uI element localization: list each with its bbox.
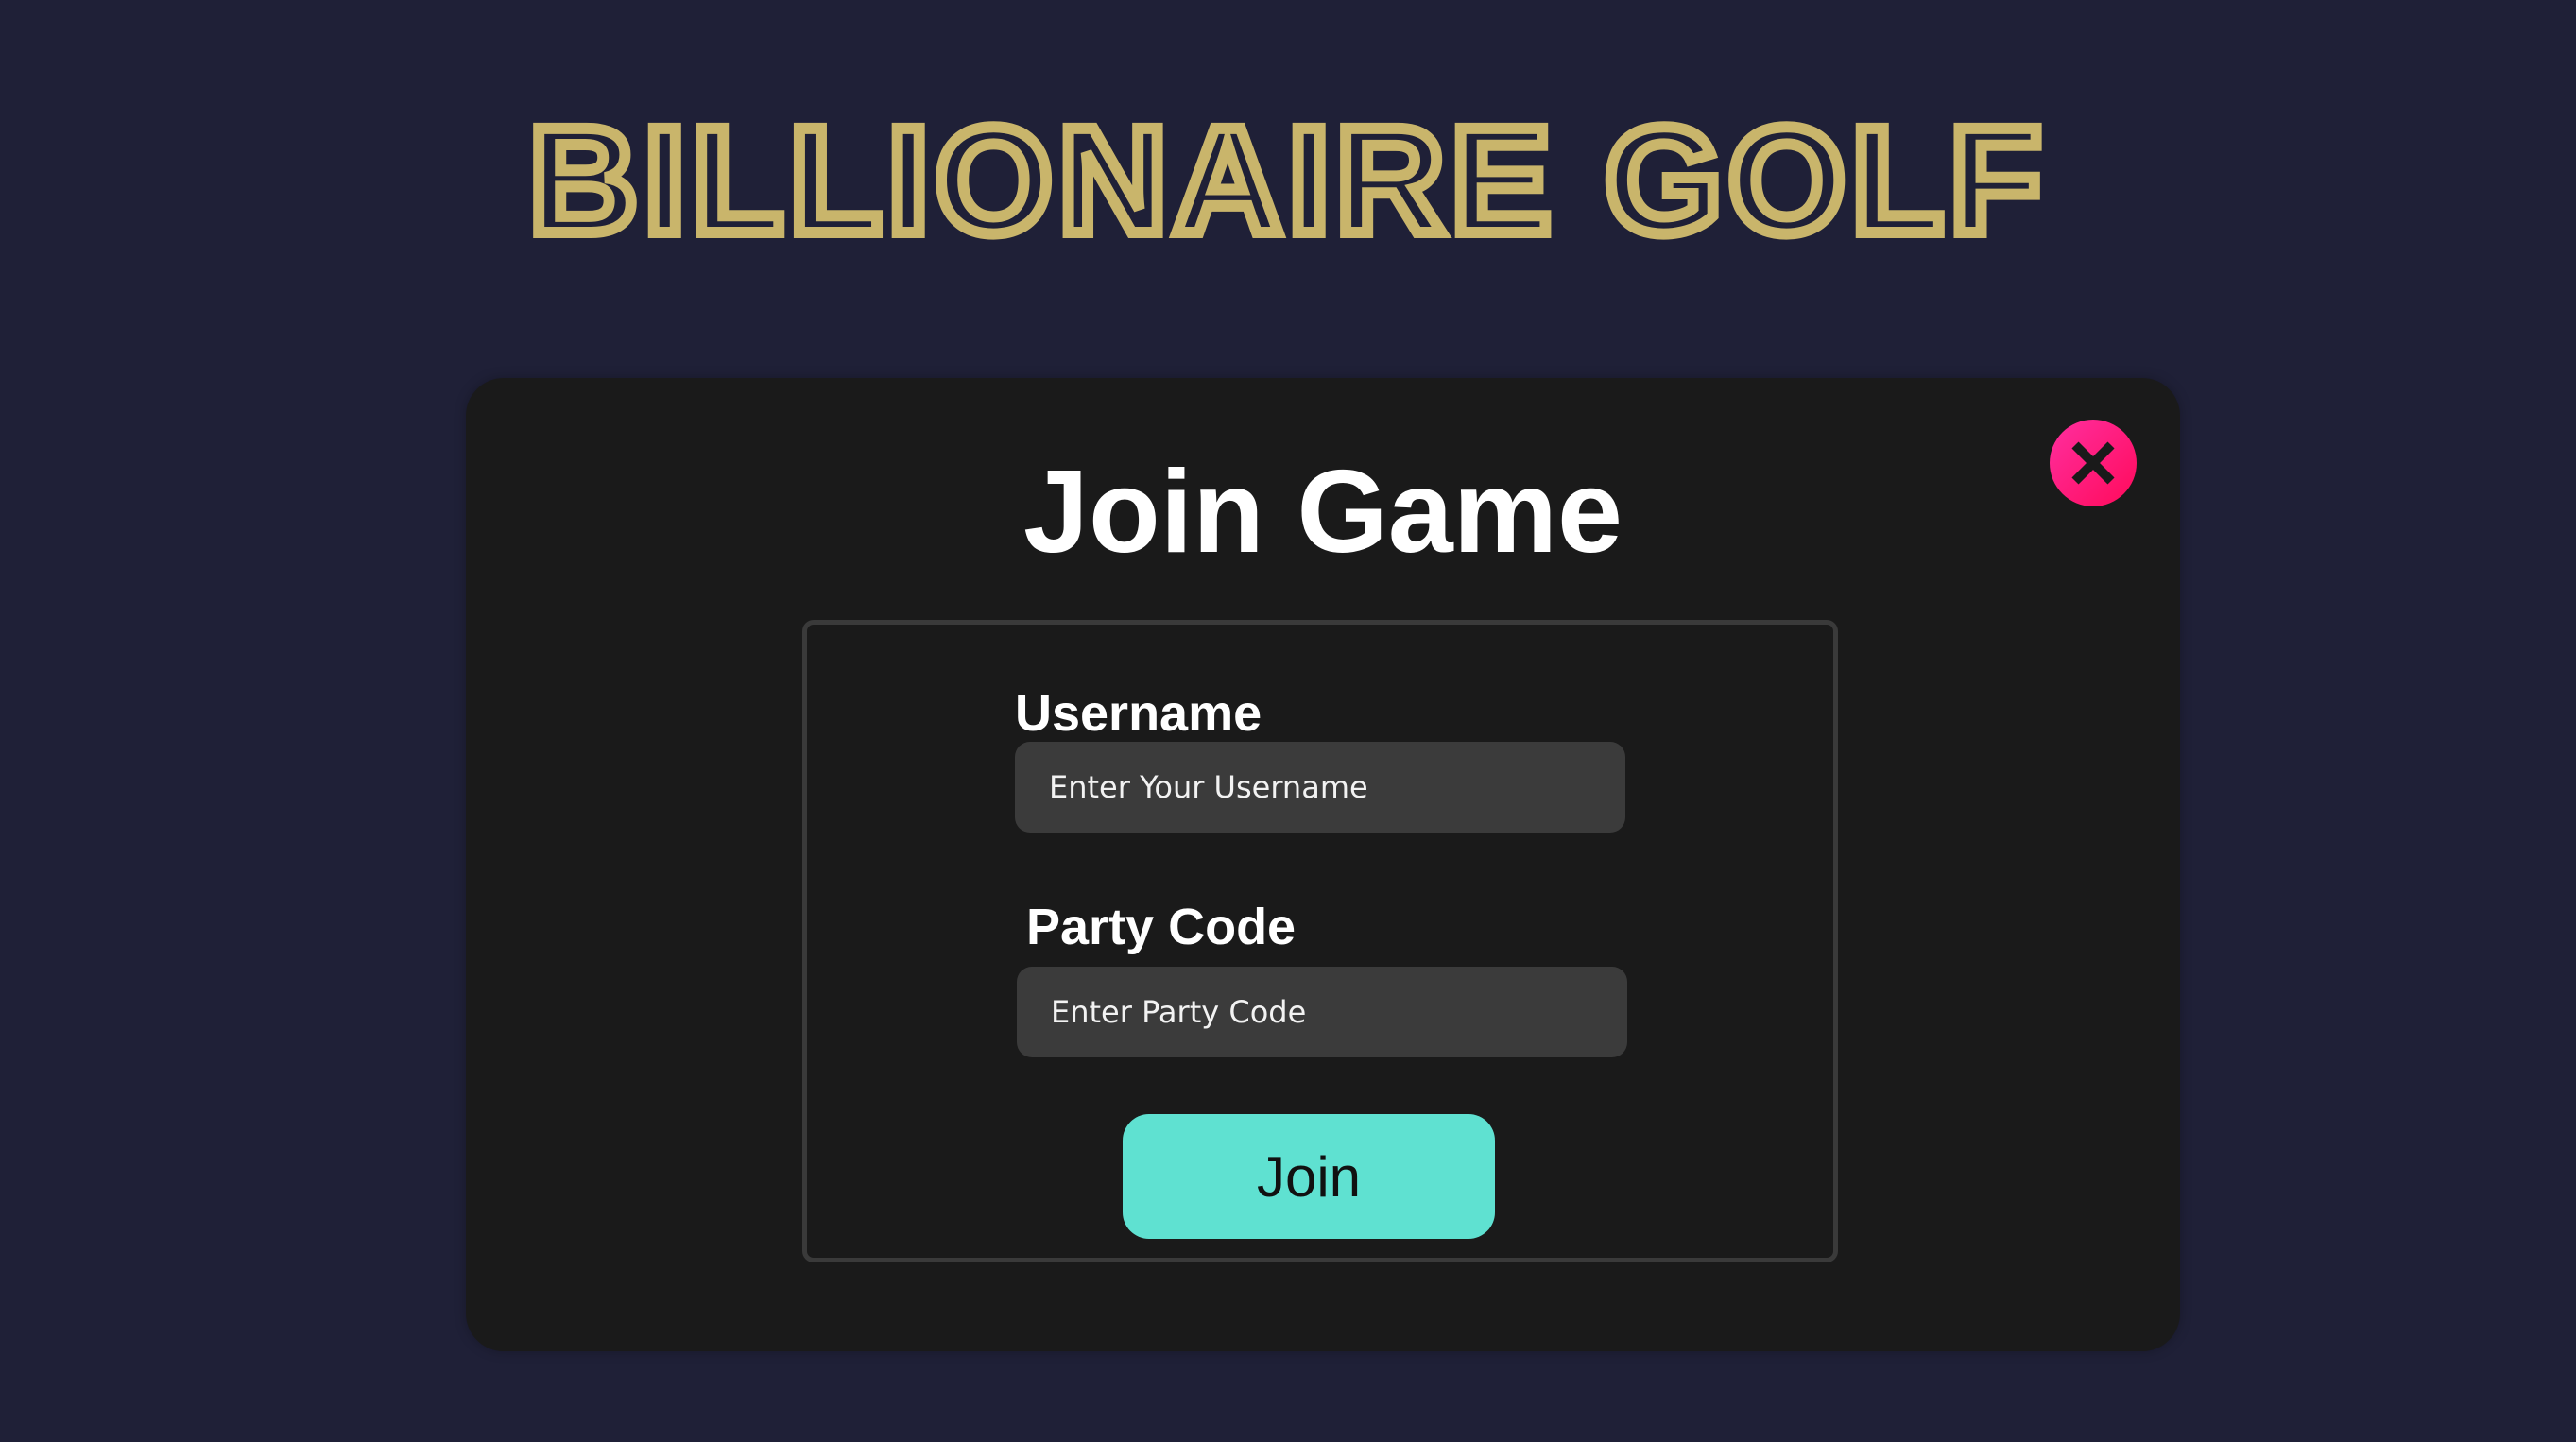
close-x-icon [2071, 441, 2115, 485]
join-game-modal: Join Game Username Party Code Join [466, 378, 2180, 1351]
close-button[interactable] [2050, 420, 2137, 506]
join-form: Username Party Code Join [802, 620, 1838, 1262]
game-title-text: BILLIONAIRE GOLF [528, 104, 2047, 255]
modal-title: Join Game [1023, 447, 1623, 577]
game-logo-title: BILLIONAIRE GOLF [0, 104, 2576, 255]
party-code-label: Party Code [1026, 899, 1297, 955]
username-input[interactable] [1015, 742, 1625, 833]
username-label: Username [1015, 685, 1262, 742]
party-code-input[interactable] [1017, 967, 1627, 1057]
join-button[interactable]: Join [1123, 1114, 1495, 1239]
game-logo-svg: BILLIONAIRE GOLF [523, 104, 2047, 255]
